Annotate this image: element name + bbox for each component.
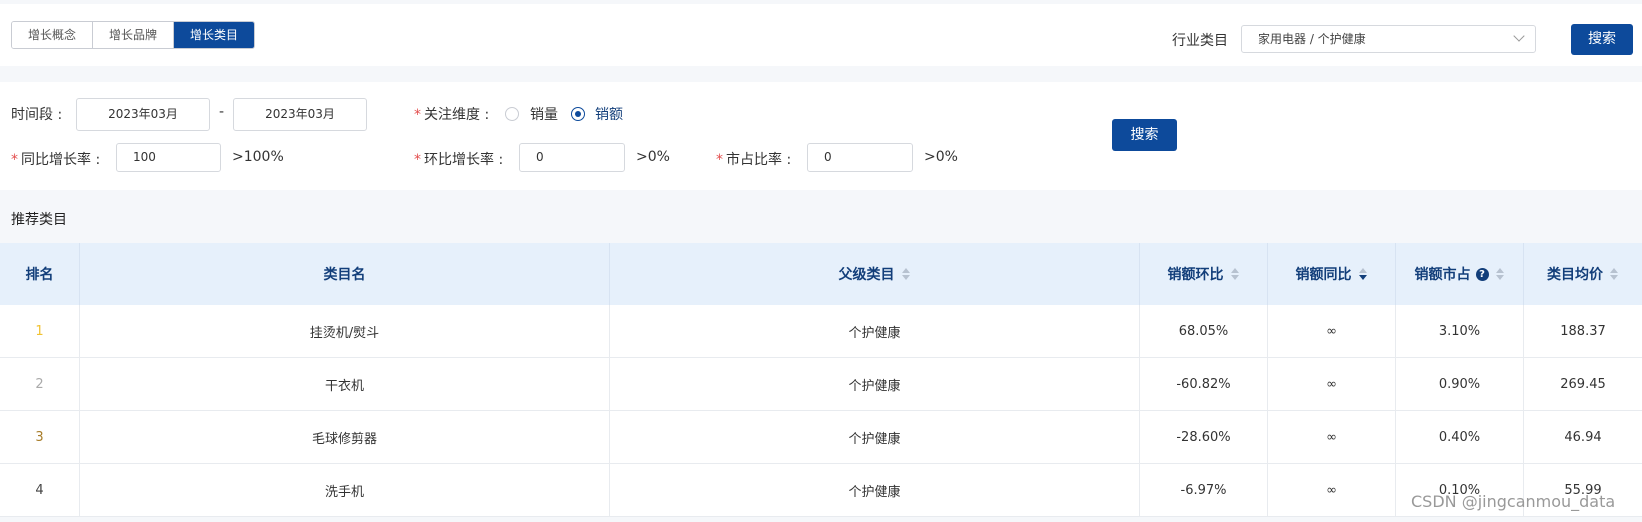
rank-cell: 4 (0, 464, 80, 516)
mom-suffix: >0% (636, 149, 670, 165)
yoy-label: * 同比增长率 : (11, 152, 101, 168)
tab-growth-concept[interactable]: 增长概念 (12, 22, 94, 48)
col-sales-share[interactable]: 销额市占? (1396, 243, 1524, 305)
table-row: 2 干衣机 个护健康 -60.82% ∞ 0.90% 269.45 (0, 358, 1642, 411)
parent-category-cell: 个护健康 (610, 411, 1140, 463)
avg-price-cell: 188.37 (1560, 323, 1606, 339)
col-avg-price[interactable]: 类目均价 (1524, 243, 1642, 305)
required-mark: * (414, 107, 421, 123)
category-name-cell[interactable]: 干衣机 (80, 358, 610, 410)
top-bar: 增长概念 增长品牌 增长类目 行业类目 家用电器 / 个护健康 搜索 (0, 4, 1642, 66)
tab-growth-category[interactable]: 增长类目 (174, 22, 255, 48)
sort-icon[interactable] (1610, 268, 1619, 280)
chevron-down-icon (1513, 30, 1525, 42)
share-suffix: >0% (924, 149, 958, 165)
col-rank: 排名 (0, 243, 80, 305)
watermark: CSDN @jingcanmou_data (1411, 492, 1616, 511)
share-input[interactable]: 0 (807, 143, 913, 172)
radio-volume-label[interactable]: 销量 (530, 104, 558, 124)
sort-icon[interactable] (1495, 268, 1505, 280)
sales-yoy-cell: ∞ (1268, 358, 1396, 410)
sales-share-cell: 0.40% (1396, 411, 1524, 463)
period-separator: - (219, 104, 225, 120)
col-parent-category[interactable]: 父级类目 (610, 243, 1140, 305)
table-row: 3 毛球修剪器 个护健康 -28.60% ∞ 0.40% 46.94 (0, 411, 1642, 464)
sales-mom-cell: 68.05% (1140, 305, 1268, 357)
table-row: 1 挂烫机/熨斗 个护健康 68.05% ∞ 3.10% 188.37 (0, 305, 1642, 358)
radio-volume[interactable] (505, 107, 519, 121)
radio-sales-label[interactable]: 销额 (595, 104, 623, 124)
period-start-input[interactable]: 2023年03月 (76, 98, 210, 131)
period-end-input[interactable]: 2023年03月 (233, 98, 367, 131)
category-name-cell[interactable]: 毛球修剪器 (80, 411, 610, 463)
category-table: 排名 类目名 父级类目 销额环比 销额同比 销额市占? 类目均价 1 挂烫机/熨… (0, 243, 1642, 517)
sales-share-cell: 0.90% (1396, 358, 1524, 410)
table-row: 4 洗手机 个护健康 -6.97% ∞ 0.10% 55.99 (0, 464, 1642, 517)
sales-mom-cell: -6.97% (1140, 464, 1268, 516)
sales-yoy-cell: ∞ (1268, 305, 1396, 357)
sort-icon[interactable] (1230, 268, 1240, 280)
sales-mom-cell: -28.60% (1140, 411, 1268, 463)
mom-input[interactable]: 0 (519, 143, 625, 172)
avg-price-cell: 269.45 (1560, 376, 1606, 392)
yoy-suffix: >100% (232, 149, 284, 165)
radio-sales[interactable] (571, 107, 585, 121)
mom-label: * 环比增长率 : (414, 152, 504, 168)
parent-category-cell: 个护健康 (610, 464, 1140, 516)
col-category-name: 类目名 (80, 243, 610, 305)
category-name-cell[interactable]: 挂烫机/熨斗 (80, 305, 610, 357)
table-header: 排名 类目名 父级类目 销额环比 销额同比 销额市占? 类目均价 (0, 243, 1642, 305)
avg-price-cell: 46.94 (1564, 429, 1602, 445)
filter-search-button[interactable]: 搜索 (1112, 119, 1177, 151)
help-icon[interactable]: ? (1475, 267, 1489, 281)
period-label: 时间段 : (11, 107, 63, 123)
industry-select-value: 家用电器 / 个护健康 (1258, 32, 1366, 46)
sort-icon[interactable] (901, 268, 911, 280)
dimension-label: * 关注维度 : (414, 107, 490, 123)
parent-category-cell: 个护健康 (610, 358, 1140, 410)
sales-mom-cell: -60.82% (1140, 358, 1268, 410)
col-sales-mom[interactable]: 销额环比 (1140, 243, 1268, 305)
share-label: * 市占比率 : (716, 152, 792, 168)
category-name-cell[interactable]: 洗手机 (80, 464, 610, 516)
sales-share-cell: 3.10% (1396, 305, 1524, 357)
col-sales-yoy[interactable]: 销额同比 (1268, 243, 1396, 305)
industry-select[interactable]: 家用电器 / 个护健康 (1241, 25, 1536, 53)
parent-category-cell: 个护健康 (610, 305, 1140, 357)
category-type-tabs: 增长概念 增长品牌 增长类目 (11, 21, 256, 49)
sales-yoy-cell: ∞ (1268, 411, 1396, 463)
tab-growth-brand[interactable]: 增长品牌 (93, 22, 175, 48)
rank-cell: 1 (0, 305, 80, 357)
filter-panel: 时间段 : 2023年03月 - 2023年03月 * 关注维度 : 销量 销额 … (0, 82, 1642, 190)
sort-desc-icon[interactable] (1358, 268, 1368, 280)
industry-label: 行业类目 (1172, 33, 1228, 49)
rank-cell: 3 (0, 411, 80, 463)
sales-yoy-cell: ∞ (1268, 464, 1396, 516)
yoy-input[interactable]: 100 (116, 143, 221, 172)
industry-search-button[interactable]: 搜索 (1571, 24, 1633, 55)
section-title: 推荐类目 (11, 212, 67, 228)
rank-cell: 2 (0, 358, 80, 410)
